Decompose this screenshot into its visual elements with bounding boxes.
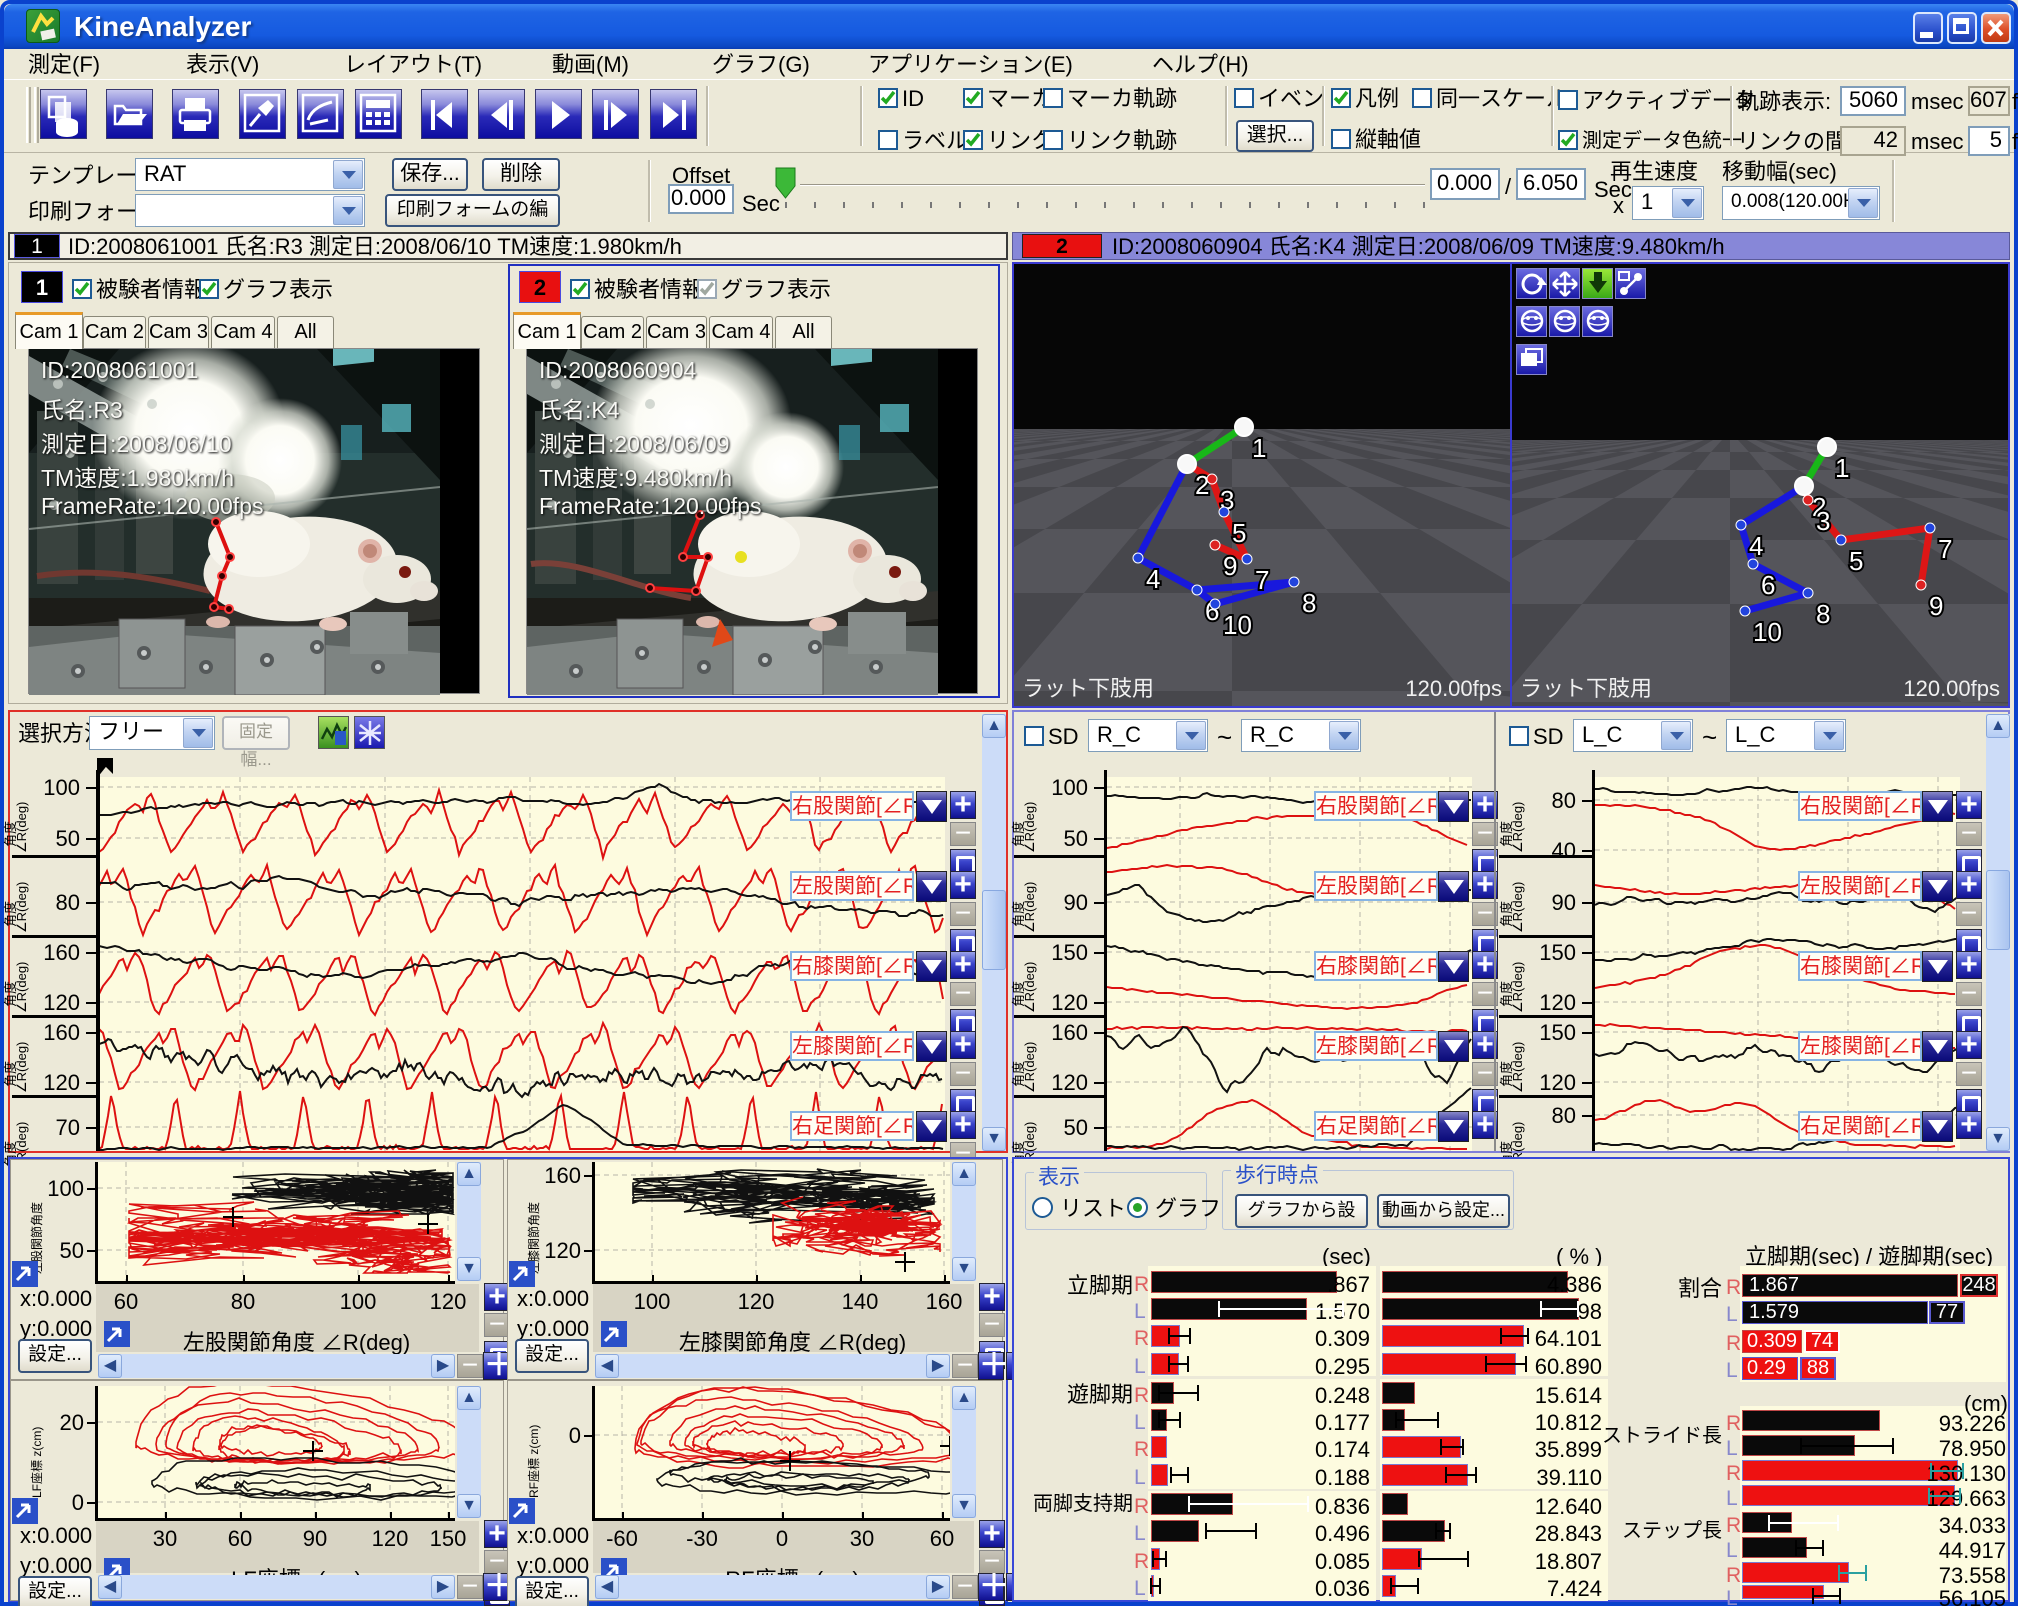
svg-text:10: 10 — [1223, 610, 1252, 640]
svg-text:7: 7 — [1255, 565, 1269, 595]
svg-text:7: 7 — [1938, 534, 1952, 564]
svg-text:4: 4 — [1146, 564, 1160, 594]
svg-text:1: 1 — [1835, 453, 1849, 483]
svg-text:9: 9 — [1929, 591, 1943, 621]
svg-text:8: 8 — [1302, 588, 1316, 618]
svg-text:120.00fps: 120.00fps — [1405, 676, 1502, 701]
svg-text:4: 4 — [1749, 531, 1763, 561]
svg-text:8: 8 — [1816, 599, 1830, 629]
svg-text:1: 1 — [1252, 433, 1266, 463]
svg-text:10: 10 — [1753, 617, 1782, 647]
svg-text:3: 3 — [1816, 506, 1830, 536]
svg-text:5: 5 — [1849, 546, 1863, 576]
svg-text:9: 9 — [1223, 551, 1237, 581]
svg-text:2: 2 — [1195, 470, 1209, 500]
svg-text:ラット下肢用: ラット下肢用 — [1520, 676, 1652, 701]
svg-text:6: 6 — [1761, 570, 1775, 600]
svg-text:5: 5 — [1232, 518, 1246, 548]
svg-text:ラット下肢用: ラット下肢用 — [1022, 676, 1154, 701]
svg-text:120.00fps: 120.00fps — [1903, 676, 2000, 701]
